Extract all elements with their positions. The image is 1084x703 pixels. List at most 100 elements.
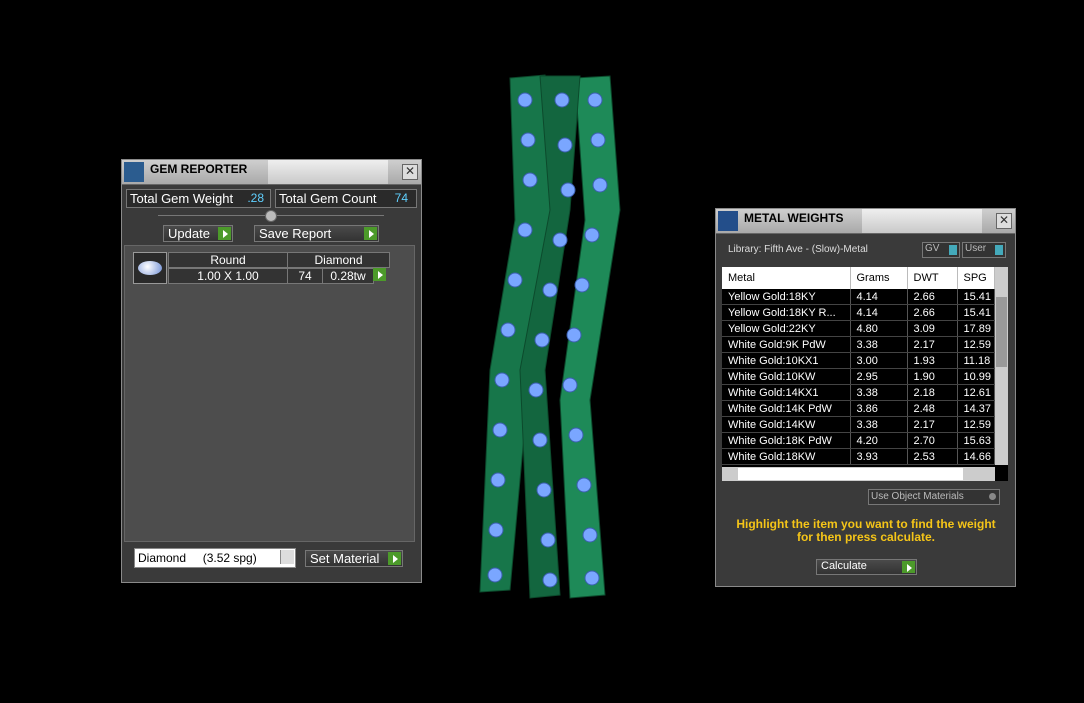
gem-reporter-panel: GEM REPORTER ✕ Total Gem Weight .28 Tota…	[121, 159, 422, 583]
gem-reporter-close-button[interactable]: ✕	[402, 164, 418, 180]
dwt-cell: 2.66	[907, 289, 958, 305]
metal-weights-close-button[interactable]: ✕	[996, 213, 1012, 229]
metal-cell: White Gold:18KW	[722, 448, 851, 465]
scroll-thumb[interactable]	[996, 297, 1007, 367]
material-select[interactable]: Diamond (3.52 spg)	[134, 548, 296, 568]
table-row[interactable]: Yellow Gold:18KY 4.14 2.66 15.41	[722, 289, 995, 305]
spg-cell: 15.41	[957, 289, 995, 305]
spg-cell: 12.59	[957, 336, 995, 353]
metal-cell: White Gold:10KX1	[722, 352, 851, 369]
table-row[interactable]: Yellow Gold:18KY R... 4.14 2.66 15.41	[722, 304, 995, 321]
dwt-cell: 2.17	[907, 336, 958, 353]
collapse-handle-icon[interactable]	[265, 210, 277, 222]
gem-count: 74	[287, 268, 323, 284]
gem-size: 1.00 X 1.00	[168, 268, 288, 284]
calculate-label: Calculate	[821, 560, 867, 572]
table-row[interactable]: White Gold:18KW 3.93 2.53 14.66	[722, 448, 995, 465]
col-grams[interactable]: Grams	[850, 267, 908, 289]
table-row[interactable]: White Gold:9K PdW 3.38 2.17 12.59	[722, 336, 995, 353]
table-row[interactable]: White Gold:18K PdW 4.20 2.70 15.63	[722, 432, 995, 449]
table-row[interactable]: White Gold:14KX1 3.38 2.18 12.61	[722, 384, 995, 401]
user-indicator	[995, 245, 1003, 255]
metal-cell: White Gold:14KX1	[722, 384, 851, 401]
set-material-label: Set Material	[310, 551, 380, 566]
metal-table-header: Metal Grams DWT SPG	[722, 267, 995, 289]
use-object-materials-indicator	[989, 493, 996, 500]
dwt-cell: 2.53	[907, 448, 958, 465]
gem-reporter-icon	[124, 162, 144, 182]
grams-cell: 2.95	[850, 368, 908, 385]
total-gem-weight-field: Total Gem Weight .28	[126, 189, 271, 208]
total-gem-count-value: 74	[394, 191, 408, 205]
grams-cell: 3.86	[850, 400, 908, 417]
instruction-text: Highlight the item you want to find the …	[736, 517, 996, 544]
table-row[interactable]: White Gold:14KW 3.38 2.17 12.59	[722, 416, 995, 433]
spg-cell: 14.37	[957, 400, 995, 417]
metal-table-container[interactable]: Metal Grams DWT SPG Yellow Gold:18KY 4.14…	[722, 267, 1008, 481]
vertical-scrollbar[interactable]	[995, 267, 1008, 465]
set-material-arrow-icon	[388, 552, 401, 565]
grams-cell: 4.80	[850, 320, 908, 337]
set-material-button[interactable]: Set Material	[305, 550, 403, 567]
gv-indicator	[949, 245, 957, 255]
metal-cell: White Gold:9K PdW	[722, 336, 851, 353]
use-object-materials-label: Use Object Materials	[871, 491, 964, 502]
user-toggle[interactable]: User	[962, 242, 1006, 258]
dwt-cell: 2.70	[907, 432, 958, 449]
table-row[interactable]: White Gold:14K PdW 3.86 2.48 14.37	[722, 400, 995, 417]
h-scroll-thumb[interactable]	[738, 468, 963, 480]
table-row[interactable]: White Gold:10KX1 3.00 1.93 11.18	[722, 352, 995, 369]
dwt-cell: 2.48	[907, 400, 958, 417]
calculate-button[interactable]: Calculate	[816, 559, 917, 575]
gem-row-arrow-icon[interactable]	[373, 268, 386, 281]
material-select-value: Diamond (3.52 spg)	[138, 551, 257, 565]
spg-cell: 14.66	[957, 448, 995, 465]
save-report-button[interactable]: Save Report	[254, 225, 379, 242]
gem-weight: 0.28tw	[322, 268, 374, 284]
library-label: Library: Fifth Ave - (Slow)-Metal	[728, 244, 868, 255]
save-report-label: Save Report	[259, 226, 332, 241]
gem-reporter-title: GEM REPORTER	[150, 162, 248, 176]
metal-weights-icon	[718, 211, 738, 231]
total-gem-weight-value: .28	[247, 191, 264, 205]
dwt-cell: 1.90	[907, 368, 958, 385]
gem-reporter-titlebar[interactable]: GEM REPORTER ✕	[122, 160, 421, 185]
material-header: Diamond	[287, 252, 390, 268]
user-label: User	[965, 243, 987, 254]
save-report-arrow-icon	[364, 227, 377, 240]
grams-cell: 3.00	[850, 352, 908, 369]
spg-cell: 12.59	[957, 416, 995, 433]
grams-cell: 4.14	[850, 304, 908, 321]
grams-cell: 4.14	[850, 289, 908, 305]
metal-cell: White Gold:14KW	[722, 416, 851, 433]
update-arrow-icon	[218, 227, 231, 240]
col-dwt[interactable]: DWT	[907, 267, 958, 289]
chevron-down-icon[interactable]	[280, 550, 294, 564]
col-metal[interactable]: Metal	[722, 267, 851, 289]
total-gem-weight-label: Total Gem Weight	[130, 191, 234, 206]
dwt-cell: 2.18	[907, 384, 958, 401]
dwt-cell: 3.09	[907, 320, 958, 337]
dwt-cell: 2.17	[907, 416, 958, 433]
total-gem-count-field: Total Gem Count 74	[275, 189, 417, 208]
metal-weights-titlebar[interactable]: METAL WEIGHTS ✕	[716, 209, 1015, 234]
metal-table: Metal Grams DWT SPG Yellow Gold:18KY 4.14…	[722, 267, 995, 465]
metal-cell: White Gold:10KW	[722, 368, 851, 385]
use-object-materials-toggle[interactable]: Use Object Materials	[868, 489, 1000, 505]
col-spg[interactable]: SPG	[957, 267, 995, 289]
table-row[interactable]: White Gold:10KW 2.95 1.90 10.99	[722, 368, 995, 385]
ring-model-viewport[interactable]	[470, 70, 670, 610]
metal-cell: White Gold:18K PdW	[722, 432, 851, 449]
metal-cell: White Gold:14K PdW	[722, 400, 851, 417]
update-button[interactable]: Update	[163, 225, 233, 242]
table-row[interactable]: Yellow Gold:22KY 4.80 3.09 17.89	[722, 320, 995, 337]
spg-cell: 15.41	[957, 304, 995, 321]
gv-label: GV	[925, 243, 940, 254]
shape-header: Round	[168, 252, 288, 268]
metal-weights-panel: METAL WEIGHTS ✕ Library: Fifth Ave - (Sl…	[715, 208, 1016, 587]
gem-shape-icon[interactable]	[133, 252, 167, 284]
gv-toggle[interactable]: GV	[922, 242, 960, 258]
metal-cell: Yellow Gold:18KY R...	[722, 304, 851, 321]
spg-cell: 11.18	[957, 352, 995, 369]
horizontal-scrollbar[interactable]	[722, 467, 995, 481]
